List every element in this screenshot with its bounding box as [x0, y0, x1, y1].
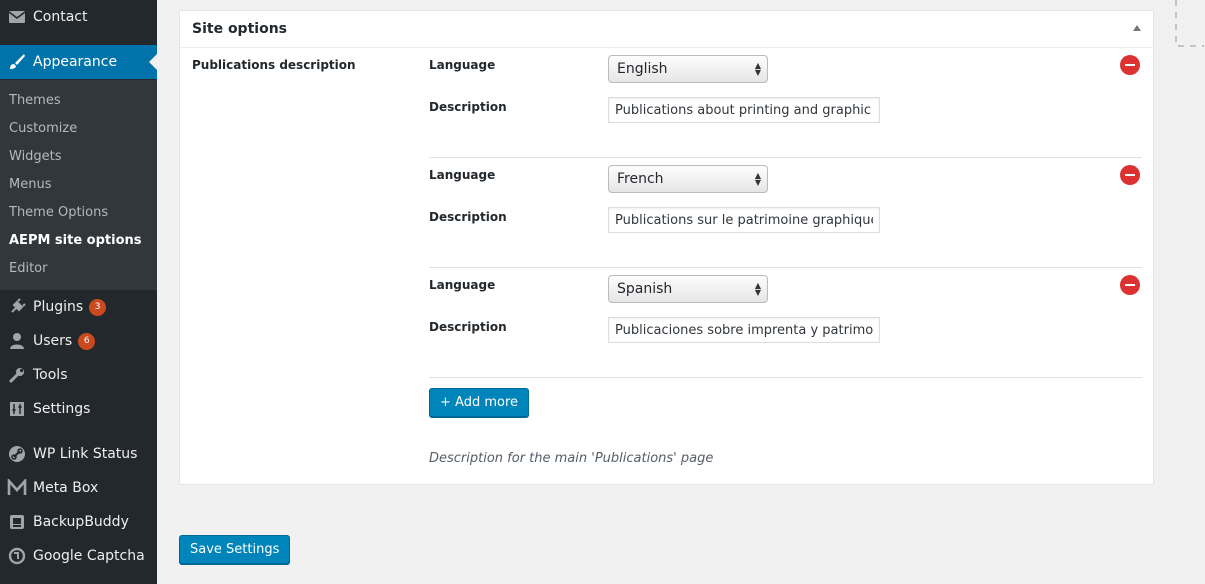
site-options-panel: Site options Publications description La…: [179, 10, 1154, 485]
language-select-value: Spanish: [617, 281, 673, 297]
language-select[interactable]: English ▲ ▼: [608, 55, 768, 83]
sidebar-item-plugins[interactable]: Plugins 3: [0, 290, 157, 324]
remove-group-button[interactable]: [1120, 275, 1140, 295]
sidebar-item-label: Users: [33, 333, 73, 349]
sidebar-item-label: Plugins: [33, 299, 84, 315]
sidebar-item-label: Google Captcha: [33, 548, 145, 564]
language-group: Language English ▲ ▼ Description: [429, 48, 1142, 158]
backup-icon: [0, 513, 33, 531]
description-label: Description: [429, 210, 507, 224]
language-group: Language French ▲ ▼ Description: [429, 158, 1142, 268]
metabox-icon: [0, 479, 33, 497]
submenu-item-themes[interactable]: Themes: [9, 93, 61, 108]
minus-icon: [1125, 64, 1135, 66]
language-select[interactable]: French ▲ ▼: [608, 165, 768, 193]
description-label: Description: [429, 320, 507, 334]
appearance-submenu: Themes Customize Widgets Menus Theme Opt…: [0, 80, 157, 290]
remove-group-button[interactable]: [1120, 165, 1140, 185]
sidebar-item-settings[interactable]: Settings: [0, 392, 157, 426]
submenu-item-menus[interactable]: Menus: [9, 177, 51, 192]
sidebar-item-label: Contact: [33, 9, 88, 25]
submenu-item-theme-options[interactable]: Theme Options: [9, 205, 108, 220]
language-group: Language Spanish ▲ ▼ Description: [429, 268, 1142, 378]
mail-icon: [0, 10, 33, 24]
user-icon: [0, 332, 33, 350]
description-input[interactable]: [608, 207, 880, 233]
sidebar-item-meta-box[interactable]: Meta Box: [0, 471, 157, 505]
minus-icon: [1125, 284, 1135, 286]
sidebar-item-label: Settings: [33, 401, 91, 417]
submenu-item-editor[interactable]: Editor: [9, 261, 47, 276]
sidebar-item-label: BackupBuddy: [33, 514, 129, 530]
language-select-value: French: [617, 171, 664, 187]
plugin-icon: [0, 298, 33, 316]
dashed-corner-decoration: [1175, 0, 1204, 47]
field-description: Description for the main 'Publications' …: [429, 451, 714, 466]
captcha-icon: [0, 547, 33, 565]
sidebar-item-google-captcha[interactable]: Google Captcha: [0, 539, 157, 573]
link-icon: [0, 445, 33, 463]
description-input[interactable]: [608, 317, 880, 343]
sidebar-item-contact[interactable]: Contact: [0, 0, 157, 34]
submenu-item-customize[interactable]: Customize: [9, 121, 77, 136]
sidebar-item-appearance[interactable]: Appearance: [0, 45, 157, 79]
admin-sidebar: Contact Appearance Themes Customize Widg…: [0, 0, 157, 584]
select-arrows-icon: ▲ ▼: [754, 61, 761, 77]
sidebar-item-backupbuddy[interactable]: BackupBuddy: [0, 505, 157, 539]
update-count-badge: 3: [89, 298, 107, 316]
select-arrows-icon: ▲ ▼: [754, 171, 761, 187]
panel-header[interactable]: Site options: [180, 11, 1153, 48]
update-count-badge: 6: [78, 332, 96, 350]
add-more-button[interactable]: + Add more: [429, 388, 529, 417]
collapse-toggle-icon[interactable]: [1133, 25, 1141, 31]
save-settings-button[interactable]: Save Settings: [179, 535, 291, 564]
sidebar-item-wp-link-status[interactable]: WP Link Status: [0, 437, 157, 471]
submenu-item-widgets[interactable]: Widgets: [9, 149, 62, 164]
description-label: Description: [429, 100, 507, 114]
paintbrush-icon: [0, 53, 33, 71]
sidebar-item-label: WP Link Status: [33, 446, 138, 462]
language-label: Language: [429, 278, 496, 292]
minus-icon: [1125, 174, 1135, 176]
sidebar-item-users[interactable]: Users 6: [0, 324, 157, 358]
sidebar-item-label: Appearance: [33, 54, 118, 70]
sidebar-item-tools[interactable]: Tools: [0, 358, 157, 392]
sidebar-item-label: Tools: [33, 367, 68, 383]
wrench-icon: [0, 366, 33, 384]
language-label: Language: [429, 58, 496, 72]
language-select[interactable]: Spanish ▲ ▼: [608, 275, 768, 303]
description-input[interactable]: [608, 97, 880, 123]
submenu-item-aepm-site-options[interactable]: AEPM site options: [9, 233, 142, 248]
panel-title: Site options: [192, 21, 287, 37]
current-indicator: [149, 54, 157, 70]
field-label: Publications description: [192, 58, 356, 72]
select-arrows-icon: ▲ ▼: [754, 281, 761, 297]
language-label: Language: [429, 168, 496, 182]
remove-group-button[interactable]: [1120, 55, 1140, 75]
sidebar-item-label: Meta Box: [33, 480, 99, 496]
language-select-value: English: [617, 61, 668, 77]
settings-icon: [0, 400, 33, 418]
